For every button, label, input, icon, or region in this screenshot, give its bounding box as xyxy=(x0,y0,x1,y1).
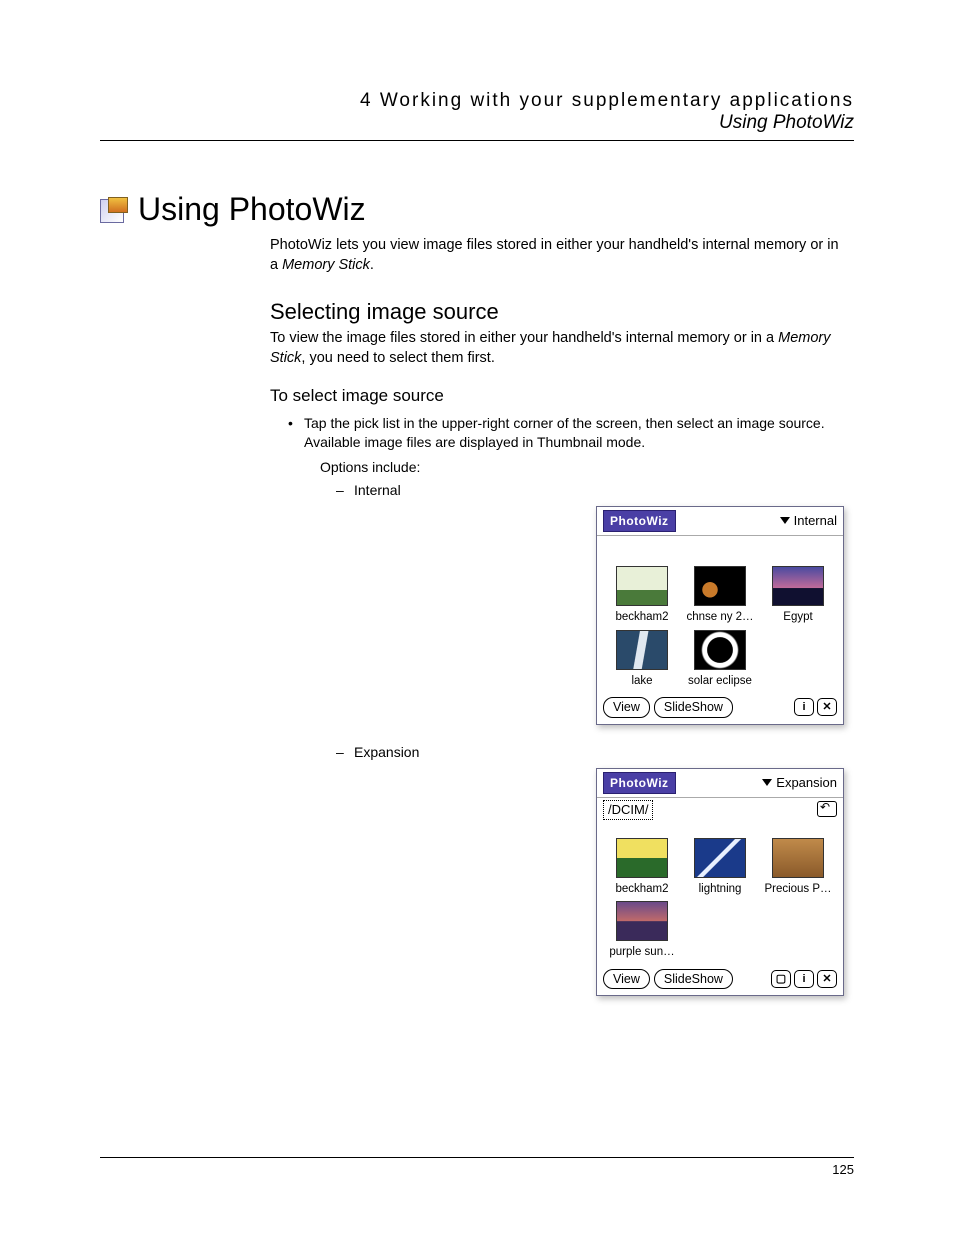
intro-text-2: . xyxy=(370,257,374,273)
thumb-item[interactable]: purple sun… xyxy=(605,901,679,961)
task-steps: Tap the pick list in the upper-right cor… xyxy=(288,414,844,996)
title-bar: PhotoWiz Expansion xyxy=(597,769,843,798)
thumb-item[interactable]: Egypt xyxy=(761,566,835,626)
section-title: Using PhotoWiz xyxy=(138,191,366,228)
thumbnail-label: beckham2 xyxy=(605,882,679,898)
thumb-item[interactable]: Precious P… xyxy=(761,838,835,898)
thumbnail-label: lake xyxy=(605,674,679,690)
slideshow-button[interactable]: SlideShow xyxy=(654,969,733,990)
view-button[interactable]: View xyxy=(603,969,650,990)
view-button[interactable]: View xyxy=(603,697,650,718)
task-step-1: Tap the pick list in the upper-right cor… xyxy=(288,414,844,996)
thumbnail-image xyxy=(772,838,824,878)
subsection-text: To view the image files stored in either… xyxy=(270,329,844,368)
thumb-item[interactable]: lake xyxy=(605,630,679,690)
folder-path[interactable]: /DCIM/ xyxy=(603,800,653,820)
dropdown-triangle-icon xyxy=(762,779,772,786)
section-title-row: Using PhotoWiz xyxy=(100,191,854,228)
page-header: 4 Working with your supplementary applic… xyxy=(100,90,854,141)
source-picklist-value: Internal xyxy=(794,512,837,530)
task-step-1-text: Tap the pick list in the upper-right cor… xyxy=(304,415,825,450)
sub-text-2: , you need to select them first. xyxy=(301,350,494,366)
card-icon[interactable]: ▢ xyxy=(771,970,791,988)
intro-em: Memory Stick xyxy=(282,257,370,273)
app-name: PhotoWiz xyxy=(603,772,676,794)
close-icon[interactable]: ✕ xyxy=(817,698,837,716)
title-bar: PhotoWiz Internal xyxy=(597,507,843,536)
source-picklist-value: Expansion xyxy=(776,774,837,792)
photowiz-screenshot-internal: PhotoWiz Internal beckham2 xyxy=(596,506,844,725)
slideshow-button[interactable]: SlideShow xyxy=(654,697,733,718)
option-expansion-label: Expansion xyxy=(354,744,419,760)
thumbnail-label: purple sun… xyxy=(605,945,679,961)
thumbnail-label: solar eclipse xyxy=(683,674,757,690)
thumbnail-image xyxy=(616,901,668,941)
thumbnail-image xyxy=(772,566,824,606)
thumbnail-image xyxy=(616,566,668,606)
info-icon[interactable]: i xyxy=(794,698,814,716)
thumbnail-label: Precious P… xyxy=(761,882,835,898)
thumb-item[interactable]: beckham2 xyxy=(605,566,679,626)
button-row: View SlideShow i ✕ xyxy=(597,693,843,724)
photowiz-section-icon xyxy=(100,197,128,223)
intro-paragraph: PhotoWiz lets you view image files store… xyxy=(270,236,844,275)
thumbnail-grid: beckham2 chnse ny 2… Egypt xyxy=(597,536,843,693)
thumbnail-label: lightning xyxy=(683,882,757,898)
thumbnail-label: Egypt xyxy=(761,610,835,626)
thumb-item[interactable]: solar eclipse xyxy=(683,630,757,690)
photowiz-screenshot-expansion: PhotoWiz Expansion /DCIM/ xyxy=(596,768,844,997)
source-picklist[interactable]: Internal xyxy=(780,512,837,530)
up-folder-icon[interactable] xyxy=(817,801,837,817)
source-picklist[interactable]: Expansion xyxy=(762,774,837,792)
task-title: To select image source xyxy=(270,386,844,406)
options-list: Internal PhotoWiz Internal xyxy=(336,481,844,997)
thumbnail-image xyxy=(694,630,746,670)
thumbnail-image xyxy=(694,838,746,878)
close-icon[interactable]: ✕ xyxy=(817,970,837,988)
header-chapter: 4 Working with your supplementary applic… xyxy=(100,90,854,112)
option-internal-label: Internal xyxy=(354,482,401,498)
thumbnail-image xyxy=(616,838,668,878)
subsection-title: Selecting image source xyxy=(270,299,844,325)
thumbnail-image xyxy=(694,566,746,606)
options-label: Options include: xyxy=(320,458,844,477)
body: PhotoWiz lets you view image files store… xyxy=(270,236,844,996)
option-internal: Internal PhotoWiz Internal xyxy=(336,481,844,725)
option-expansion: Expansion PhotoWiz Expansion xyxy=(336,743,844,997)
sub-text-1: To view the image files stored in either… xyxy=(270,330,778,346)
path-row: /DCIM/ xyxy=(597,798,843,822)
page: 4 Working with your supplementary applic… xyxy=(0,0,954,1235)
thumb-item[interactable]: lightning xyxy=(683,838,757,898)
header-section: Using PhotoWiz xyxy=(100,112,854,134)
dropdown-triangle-icon xyxy=(780,517,790,524)
info-icon[interactable]: i xyxy=(794,970,814,988)
thumb-item[interactable]: beckham2 xyxy=(605,838,679,898)
button-row: View SlideShow ▢ i ✕ xyxy=(597,965,843,996)
app-name: PhotoWiz xyxy=(603,510,676,532)
thumb-item[interactable]: chnse ny 2… xyxy=(683,566,757,626)
thumbnail-label: chnse ny 2… xyxy=(683,610,757,626)
thumbnail-grid: beckham2 lightning Precious P… xyxy=(597,822,843,965)
page-number: 125 xyxy=(100,1157,854,1177)
thumbnail-label: beckham2 xyxy=(605,610,679,626)
thumbnail-image xyxy=(616,630,668,670)
